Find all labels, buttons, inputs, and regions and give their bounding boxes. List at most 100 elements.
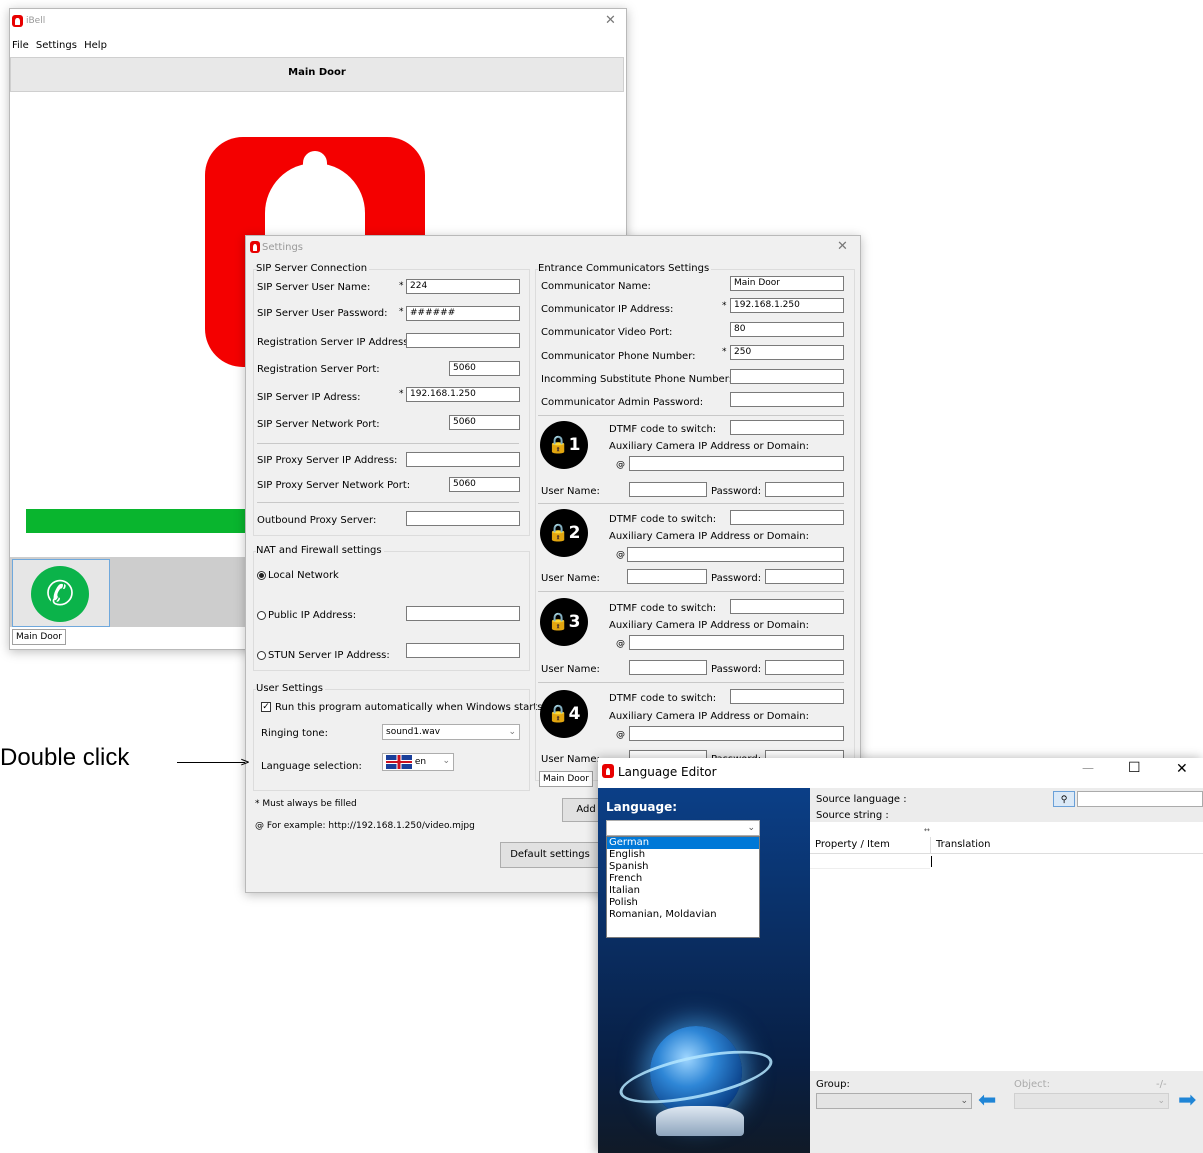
- comm-ip-input[interactable]: 192.168.1.250: [730, 298, 844, 313]
- search-icon[interactable]: ⚲: [1053, 791, 1075, 807]
- comm-video-input[interactable]: 80: [730, 322, 844, 337]
- lock-4-number: 4: [568, 704, 581, 724]
- menu-settings[interactable]: Settings: [36, 40, 77, 51]
- bottom-tab-main-door[interactable]: Main Door: [12, 629, 66, 645]
- group-select[interactable]: ⌄: [816, 1093, 972, 1109]
- previous-arrow-icon[interactable]: ⬅: [978, 1090, 996, 1112]
- grid-row[interactable]: [810, 854, 930, 869]
- language-option-italian[interactable]: Italian: [607, 885, 759, 897]
- source-language-label: Source language :: [816, 794, 907, 805]
- stun-radio[interactable]: [257, 651, 266, 660]
- menu-file[interactable]: File: [12, 40, 29, 51]
- footer-bar: [810, 1071, 1203, 1153]
- ringing-select[interactable]: sound1.wav ⌄: [382, 724, 520, 740]
- reg-ip-label: Registration Server IP Address:: [257, 337, 412, 348]
- reg-ip-input[interactable]: [406, 333, 520, 348]
- divider: [257, 502, 519, 503]
- language-select[interactable]: en ⌄: [382, 753, 454, 771]
- user-name-label: User Name:: [541, 486, 600, 497]
- net-port-input[interactable]: 5060: [449, 415, 520, 430]
- divider: [538, 591, 844, 592]
- reg-port-input[interactable]: 5060: [449, 361, 520, 376]
- comm-name-input[interactable]: Main Door: [730, 276, 844, 291]
- lock-1-icon: 🔒1: [540, 421, 588, 469]
- language-option-french[interactable]: French: [607, 873, 759, 885]
- object-select[interactable]: ⌄: [1014, 1093, 1169, 1109]
- comm-admin-input[interactable]: [730, 392, 844, 407]
- user-name-label: User Name:: [541, 664, 600, 675]
- user-1-input[interactable]: [629, 482, 707, 497]
- lang-close-icon[interactable]: ✕: [1176, 761, 1188, 777]
- comm-subst-input[interactable]: [730, 369, 844, 384]
- language-option-german[interactable]: German: [607, 837, 759, 849]
- camera-1-input[interactable]: [629, 456, 844, 471]
- at-sign: @: [616, 639, 625, 649]
- lock-3-number: 3: [568, 612, 581, 632]
- language-option-english[interactable]: English: [607, 849, 759, 861]
- dtmf-label: DTMF code to switch:: [609, 693, 717, 704]
- ringing-value: sound1.wav: [386, 727, 441, 737]
- lang-logo-icon: [602, 764, 614, 778]
- server-ip-input[interactable]: 192.168.1.250: [406, 387, 520, 402]
- proxy-ip-input[interactable]: [406, 452, 520, 467]
- minimize-icon[interactable]: —: [1082, 761, 1094, 775]
- public-ip-input[interactable]: [406, 606, 520, 621]
- dtmf-4-input[interactable]: [730, 689, 844, 704]
- sip-user-input[interactable]: 224: [406, 279, 520, 294]
- user-3-input[interactable]: [629, 660, 707, 675]
- sip-password-input[interactable]: ######: [406, 306, 520, 321]
- autorun-checkbox[interactable]: ✓: [261, 702, 271, 712]
- source-string-label: Source string :: [816, 810, 889, 821]
- call-button[interactable]: ✆: [12, 559, 110, 627]
- uk-flag-icon: [386, 755, 412, 769]
- close-icon[interactable]: ✕: [605, 13, 616, 28]
- default-settings-button[interactable]: Default settings: [500, 842, 600, 868]
- menu-help[interactable]: Help: [84, 40, 107, 51]
- camera-4-input[interactable]: [629, 726, 844, 741]
- search-input[interactable]: [1077, 791, 1203, 807]
- lock-4-icon: 🔒4: [540, 690, 588, 738]
- lang-editor-title: Language Editor: [618, 765, 717, 779]
- local-network-radio[interactable]: [257, 571, 266, 580]
- column-resize-icon[interactable]: ↔: [924, 826, 930, 834]
- proxy-port-input[interactable]: 5060: [449, 477, 520, 492]
- dtmf-label: DTMF code to switch:: [609, 424, 717, 435]
- divider: [538, 503, 844, 504]
- settings-close-icon[interactable]: ✕: [837, 239, 848, 254]
- required-star: *: [722, 301, 727, 311]
- chevron-down-icon: ⌄: [747, 823, 755, 833]
- public-ip-radio[interactable]: [257, 611, 266, 620]
- language-value: en: [414, 757, 427, 767]
- ibell-logo-icon: [12, 15, 23, 27]
- password-3-input[interactable]: [765, 660, 844, 675]
- comm-phone-input[interactable]: 250: [730, 345, 844, 360]
- door-tab[interactable]: Main Door: [10, 57, 624, 92]
- camera-3-input[interactable]: [629, 635, 844, 650]
- outbound-input[interactable]: [406, 511, 520, 526]
- language-combo[interactable]: ⌄: [606, 820, 760, 836]
- language-option-romanian[interactable]: Romanian, Moldavian: [607, 909, 759, 921]
- menu-bar: File Settings Help: [12, 40, 111, 51]
- user-2-input[interactable]: [627, 569, 707, 584]
- password-1-input[interactable]: [765, 482, 844, 497]
- chevron-down-icon: ⌄: [960, 1096, 968, 1106]
- dtmf-1-input[interactable]: [730, 420, 844, 435]
- col-translation[interactable]: Translation: [936, 839, 991, 850]
- comm-phone-label: Communicator Phone Number:: [541, 351, 696, 362]
- language-option-polish[interactable]: Polish: [607, 897, 759, 909]
- required-star: *: [399, 307, 404, 317]
- must-note: * Must always be filled: [255, 799, 357, 809]
- progress-bar: [26, 509, 246, 533]
- next-arrow-icon[interactable]: ➡: [1178, 1090, 1196, 1112]
- camera-2-input[interactable]: [627, 547, 844, 562]
- maximize-icon[interactable]: ☐: [1128, 760, 1141, 776]
- user-group-title: User Settings: [256, 683, 325, 694]
- entrance-tab-main-door[interactable]: Main Door: [539, 771, 593, 787]
- col-property[interactable]: Property / Item: [815, 839, 890, 850]
- dtmf-2-input[interactable]: [730, 510, 844, 525]
- annotation-text: Double click: [0, 744, 130, 771]
- password-2-input[interactable]: [765, 569, 844, 584]
- stun-input[interactable]: [406, 643, 520, 658]
- language-option-spanish[interactable]: Spanish: [607, 861, 759, 873]
- dtmf-3-input[interactable]: [730, 599, 844, 614]
